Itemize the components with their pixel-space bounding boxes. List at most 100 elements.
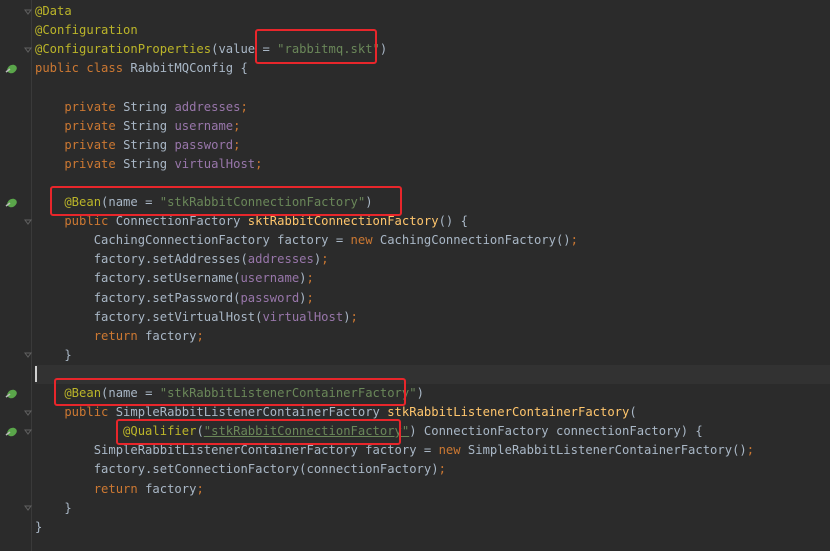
code-line[interactable]: return factory; xyxy=(35,480,830,499)
code-token: private xyxy=(35,118,124,133)
code-token: ; xyxy=(570,233,578,248)
code-token: public class xyxy=(35,61,131,76)
code-token: SimpleRabbitListenerContainerFactory() xyxy=(467,443,747,458)
editor-gutter xyxy=(0,0,32,551)
code-token: ) xyxy=(299,290,307,305)
code-token: SimpleRabbitListenerContainerFactory xyxy=(115,405,388,420)
code-token: ) xyxy=(416,386,424,400)
code-token: factory.setPassword( xyxy=(35,290,241,305)
code-token: ; xyxy=(306,271,314,286)
code-token: public xyxy=(35,214,116,229)
code-token: ) xyxy=(379,42,388,57)
code-line[interactable]: private String addresses; xyxy=(35,98,830,117)
code-token: ; xyxy=(196,328,204,343)
code-line[interactable]: } xyxy=(35,499,830,518)
code-token: factory xyxy=(145,328,197,343)
code-line[interactable]: return factory; xyxy=(35,327,830,346)
code-token: ; xyxy=(438,462,446,477)
code-token: factory.setAddresses( xyxy=(35,252,248,267)
text-caret xyxy=(35,366,37,383)
spring-bean-injection-icon[interactable] xyxy=(4,426,18,438)
code-line[interactable]: factory.setPassword(password); xyxy=(35,289,830,308)
code-token: ; xyxy=(196,481,204,496)
code-token: virtualHost xyxy=(174,156,256,171)
spring-bean-class-icon[interactable] xyxy=(4,63,18,75)
fold-marker-icon[interactable] xyxy=(24,218,32,226)
fold-marker-icon[interactable] xyxy=(24,428,32,436)
fold-marker-icon[interactable] xyxy=(24,8,32,16)
code-token: sktRabbitConnectionFactory xyxy=(247,214,439,229)
code-token: RabbitMQConfig { xyxy=(130,61,248,76)
code-token: addresses xyxy=(174,99,241,114)
gutter-separator xyxy=(31,0,32,551)
code-token: CachingConnectionFactory() xyxy=(379,233,571,248)
code-token: username xyxy=(174,118,234,133)
code-line[interactable]: private String username; xyxy=(35,117,830,136)
code-token: ; xyxy=(306,290,314,305)
code-token: virtualHost xyxy=(262,309,344,324)
code-token: } xyxy=(35,347,72,362)
code-token: ) xyxy=(343,309,351,324)
code-token: private xyxy=(35,99,124,114)
code-token: @Configuration xyxy=(35,23,138,38)
code-line[interactable]: factory.setUsername(username); xyxy=(35,269,830,288)
code-line[interactable]: @ConfigurationProperties(value = "rabbit… xyxy=(35,40,830,59)
code-token: String xyxy=(123,118,175,133)
highlight-bean-connection-factory xyxy=(50,186,402,216)
code-token: SimpleRabbitListenerContainerFactory fac… xyxy=(35,443,439,458)
code-line[interactable]: public class RabbitMQConfig { xyxy=(35,59,830,78)
code-line[interactable]: private String password; xyxy=(35,136,830,155)
code-token: username xyxy=(240,271,300,286)
code-line[interactable]: factory.setVirtualHost(virtualHost); xyxy=(35,308,830,327)
code-token: private xyxy=(35,137,124,152)
code-token: ; xyxy=(255,156,263,171)
code-token: CachingConnectionFactory factory = xyxy=(35,233,351,248)
code-token: ; xyxy=(233,137,241,152)
code-line[interactable]: factory.setConnectionFactory(connectionF… xyxy=(35,460,830,479)
code-token: ( xyxy=(629,405,637,420)
code-token: ; xyxy=(233,118,241,133)
highlight-qualifier xyxy=(116,419,401,445)
code-line[interactable]: } xyxy=(35,346,830,365)
code-token: password xyxy=(174,137,234,152)
fold-marker-icon[interactable] xyxy=(24,351,32,359)
code-line[interactable]: private String virtualHost; xyxy=(35,155,830,174)
code-line[interactable]: @Configuration xyxy=(35,21,830,40)
code-token: ; xyxy=(240,99,248,114)
code-token: String xyxy=(123,156,175,171)
fold-marker-icon[interactable] xyxy=(24,46,32,54)
code-line[interactable]: @Data xyxy=(35,2,830,21)
code-token: new xyxy=(438,443,468,458)
code-token: factory.setUsername( xyxy=(35,271,241,286)
spring-bean-method-icon[interactable] xyxy=(4,388,18,400)
code-token: String xyxy=(123,137,175,152)
code-token: factory.setConnectionFactory(connectionF… xyxy=(35,462,439,477)
spring-bean-method-icon[interactable] xyxy=(4,197,18,209)
code-token: new xyxy=(350,233,380,248)
code-token: ) ConnectionFactory connectionFactory) { xyxy=(409,424,703,439)
code-editor[interactable]: @Data @Configuration @ConfigurationPropert… xyxy=(35,0,830,551)
code-line[interactable]: CachingConnectionFactory factory = new C… xyxy=(35,231,830,250)
fold-marker-icon[interactable] xyxy=(24,409,32,417)
code-line[interactable]: } xyxy=(35,518,830,537)
code-token: factory.setVirtualHost( xyxy=(35,309,263,324)
code-token: password xyxy=(240,290,300,305)
code-token: ; xyxy=(746,443,755,458)
code-token: return xyxy=(35,328,146,343)
code-line[interactable] xyxy=(35,78,830,97)
code-line[interactable]: factory.setAddresses(addresses); xyxy=(35,250,830,269)
code-token: private xyxy=(35,156,124,171)
code-token: stkRabbitListenerContainerFactory xyxy=(387,405,630,420)
code-token: } xyxy=(35,500,72,515)
code-token: @ConfigurationProperties xyxy=(35,42,212,57)
code-token: @Data xyxy=(35,4,72,18)
code-token: public xyxy=(35,405,116,420)
code-token: () { xyxy=(438,214,468,229)
fold-marker-icon[interactable] xyxy=(24,504,32,512)
code-token: addresses xyxy=(247,252,314,267)
code-token: String xyxy=(123,99,175,114)
code-token: ; xyxy=(350,309,358,324)
highlight-bean-listener-container-factory xyxy=(54,378,406,406)
code-token: return xyxy=(35,481,146,496)
code-token: ConnectionFactory xyxy=(115,214,248,229)
